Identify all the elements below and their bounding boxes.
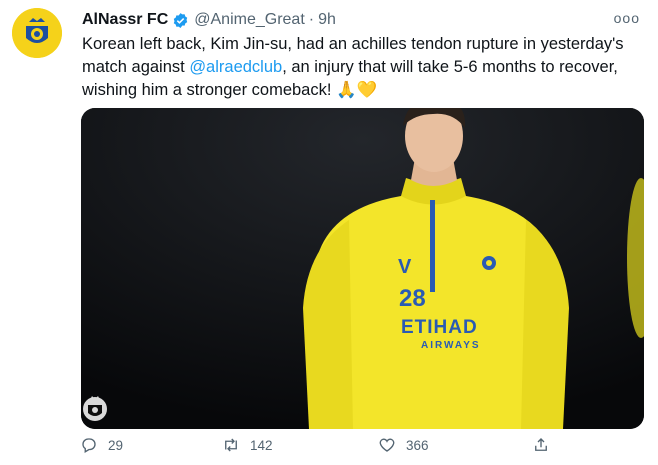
sponsor-main: ETIHAD xyxy=(401,317,478,338)
more-options-icon[interactable]: ooo xyxy=(614,10,640,26)
like-icon xyxy=(379,438,395,452)
jersey-number: 28 xyxy=(399,285,426,312)
sponsor-sub: AIRWAYS xyxy=(421,340,481,351)
author-handle[interactable]: @Anime_Great xyxy=(194,11,305,29)
tweet-photo[interactable]: V 28 ETIHAD AIRWAYS xyxy=(81,108,644,429)
share-icon xyxy=(535,438,547,451)
verified-badge-icon xyxy=(174,12,188,28)
tweet-text: Korean left back, Kim Jin-su, had an ach… xyxy=(82,33,642,102)
retweet-count: 142 xyxy=(250,437,273,453)
retweet-button[interactable]: 142 xyxy=(222,436,273,454)
tweet-header: AlNassr FC @Anime_Great · 9h xyxy=(82,8,638,32)
jersey-letter: V xyxy=(398,256,412,278)
player-photo: V 28 ETIHAD AIRWAYS xyxy=(81,108,644,429)
share-button[interactable] xyxy=(532,436,560,454)
club-crest-icon xyxy=(12,8,62,58)
separator-dot: · xyxy=(308,11,315,28)
reply-icon xyxy=(82,438,96,453)
like-button[interactable]: 366 xyxy=(378,436,429,454)
tweet-actions: 29 142 366 xyxy=(80,436,600,462)
mention-link[interactable]: @alraedclub xyxy=(189,58,282,76)
author-name[interactable]: AlNassr FC xyxy=(82,11,168,29)
tweet-timestamp[interactable]: 9h xyxy=(318,11,336,29)
reply-button[interactable]: 29 xyxy=(80,436,123,454)
like-count: 366 xyxy=(406,437,429,453)
retweet-icon xyxy=(225,438,237,452)
reply-count: 29 xyxy=(108,437,124,453)
author-avatar[interactable] xyxy=(12,8,62,58)
